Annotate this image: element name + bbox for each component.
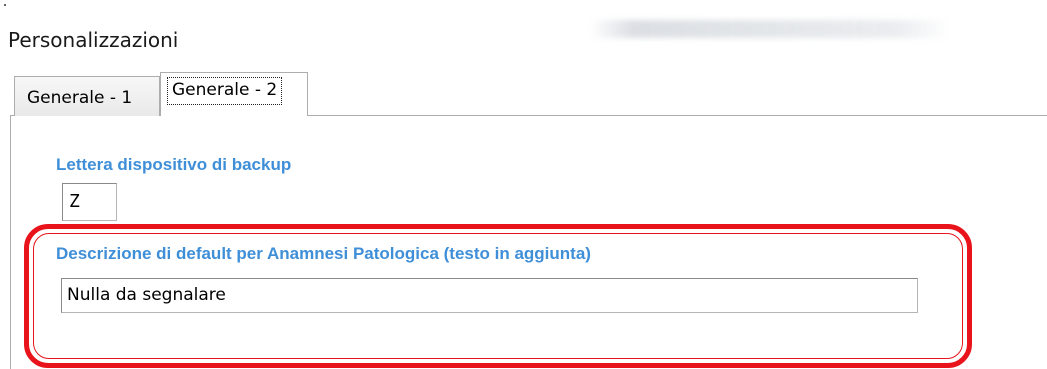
- tab-generale-2[interactable]: Generale - 2: [160, 72, 308, 117]
- settings-window: Personalizzazioni Generale - 1 Generale …: [0, 0, 1047, 369]
- backup-letter-input[interactable]: Z: [62, 183, 117, 221]
- tab-generale-2-label: Generale - 2: [167, 77, 283, 105]
- backup-letter-label: Lettera dispositivo di backup: [56, 155, 292, 174]
- anamnesi-description-input[interactable]: Nulla da segnalare: [61, 278, 918, 313]
- tab-generale-1[interactable]: Generale - 1: [14, 76, 160, 116]
- corner-dot: [4, 4, 6, 6]
- blurred-title-area: [590, 20, 950, 38]
- title-bar: Personalizzazioni: [0, 0, 1047, 62]
- window-title: Personalizzazioni: [8, 28, 179, 52]
- anamnesi-description-label: Descrizione di default per Anamnesi Pato…: [56, 244, 591, 263]
- tab-generale-1-label: Generale - 1: [27, 88, 133, 108]
